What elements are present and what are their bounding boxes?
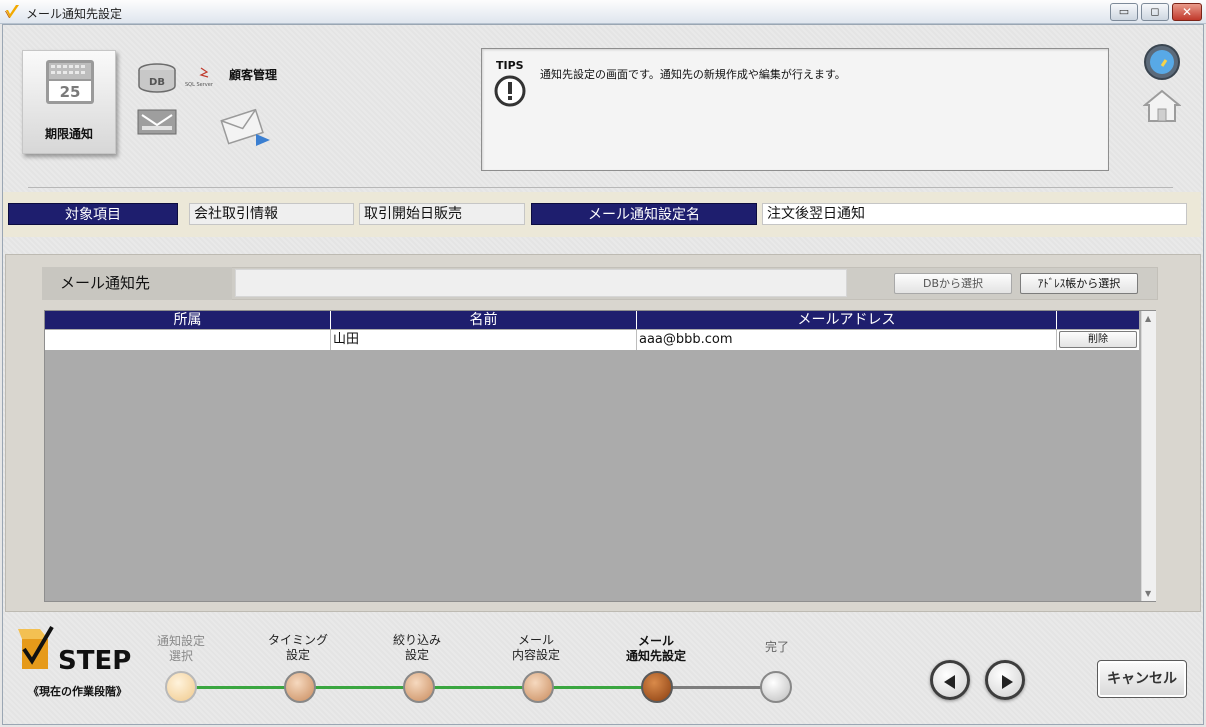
notify-setting-name-label: メール通知設定名 — [531, 203, 757, 225]
chevron-right-icon — [1002, 675, 1013, 689]
select-from-db-button[interactable]: DBから選択 — [894, 273, 1012, 294]
step-label-4: メール 内容設定 — [511, 633, 560, 662]
sql-server-logo-icon: SQL Server — [185, 67, 214, 88]
column-header-email[interactable]: メールアドレス — [637, 311, 1057, 329]
notify-setting-name-field: 注文後翌日通知 — [762, 203, 1187, 225]
recipients-grid: 所属 名前 メールアドレス 山田 aaa@bbb.com 削除 ▲ ▼ — [44, 310, 1156, 602]
next-step-button[interactable] — [985, 660, 1025, 700]
step-node-6 — [760, 671, 792, 703]
maximize-button[interactable]: ◻ — [1141, 3, 1169, 21]
kigen-notify-label: 期限通知 — [44, 127, 93, 141]
grid-scrollbar[interactable]: ▲ ▼ — [1141, 311, 1156, 601]
step-node-2 — [284, 671, 316, 703]
target-start-field: 取引開始日販売 — [359, 203, 525, 225]
grid-header: 所属 名前 メールアドレス — [45, 311, 1139, 329]
title-bar: メール通知先設定 ▭ ◻ ✕ — [0, 0, 1206, 24]
step-label-6: 完了 — [764, 640, 789, 654]
minimize-icon: ▭ — [1118, 5, 1130, 18]
tips-title: TIPS — [496, 59, 524, 72]
calendar-icon: 25 — [46, 60, 94, 104]
close-icon: ✕ — [1181, 5, 1193, 19]
column-header-action — [1057, 311, 1139, 329]
chevron-left-icon — [944, 675, 955, 689]
svg-text:STEP: STEP — [58, 646, 131, 676]
target-company-field: 会社取引情報 — [189, 203, 354, 225]
step-node-3 — [403, 671, 435, 703]
recipients-title: メール通知先 — [42, 267, 232, 300]
step-node-5 — [641, 671, 673, 703]
maximize-icon: ◻ — [1150, 5, 1160, 18]
step-node-1 — [165, 671, 197, 703]
database-label: DB — [149, 77, 165, 88]
customer-management-label: 顧客管理 — [229, 68, 278, 82]
scroll-up-icon[interactable]: ▲ — [1145, 314, 1151, 323]
step-subtitle: 《現在の作業段階》 — [28, 685, 127, 698]
step-label-5: メール 通知先設定 — [625, 634, 686, 663]
header-separator — [28, 187, 1173, 188]
home-icon[interactable] — [1143, 89, 1181, 123]
column-header-affiliation[interactable]: 所属 — [45, 311, 331, 329]
delete-button[interactable]: 削除 — [1059, 331, 1137, 348]
previous-step-button[interactable] — [930, 660, 970, 700]
cell-affiliation — [45, 330, 331, 350]
close-button[interactable]: ✕ — [1172, 3, 1202, 21]
scroll-down-icon[interactable]: ▼ — [1145, 589, 1151, 598]
recipients-summary-field — [235, 269, 847, 297]
calendar-day: 25 — [60, 83, 81, 101]
minimize-button[interactable]: ▭ — [1110, 3, 1138, 21]
exclamation-icon — [494, 75, 526, 107]
window-title: メール通知先設定 — [26, 7, 123, 21]
envelope-send-icon — [220, 108, 270, 146]
kigen-notify-tile[interactable]: 25 期限通知 — [22, 50, 116, 154]
step-label-1: 通知設定 選択 — [156, 634, 205, 663]
database-icon: DB — [138, 63, 176, 93]
cell-email: aaa@bbb.com — [637, 330, 1057, 350]
app-icon — [5, 5, 19, 18]
step-label-2: タイミング 設定 — [267, 633, 328, 662]
column-header-name[interactable]: 名前 — [331, 311, 637, 329]
help-icon[interactable] — [1143, 43, 1181, 81]
progress-track-pending — [658, 686, 776, 689]
step-logo-icon: STEP — [18, 625, 131, 676]
cell-name: 山田 — [331, 330, 637, 350]
tips-text: 通知先設定の画面です。通知先の新規作成や編集が行えます。 — [540, 68, 846, 81]
table-row[interactable]: 山田 aaa@bbb.com 削除 — [45, 330, 1139, 350]
tips-panel: TIPS 通知先設定の画面です。通知先の新規作成や編集が行えます。 — [481, 48, 1109, 171]
select-from-address-book-button[interactable]: ｱﾄﾞﾚｽ帳から選択 — [1020, 273, 1138, 294]
svg-text:SQL Server: SQL Server — [185, 82, 214, 88]
mail-tray-icon — [137, 109, 177, 135]
cancel-button[interactable]: キャンセル — [1097, 660, 1187, 698]
step-node-4 — [522, 671, 554, 703]
target-item-label: 対象項目 — [8, 203, 178, 225]
step-label-3: 絞り込み 設定 — [392, 633, 441, 662]
